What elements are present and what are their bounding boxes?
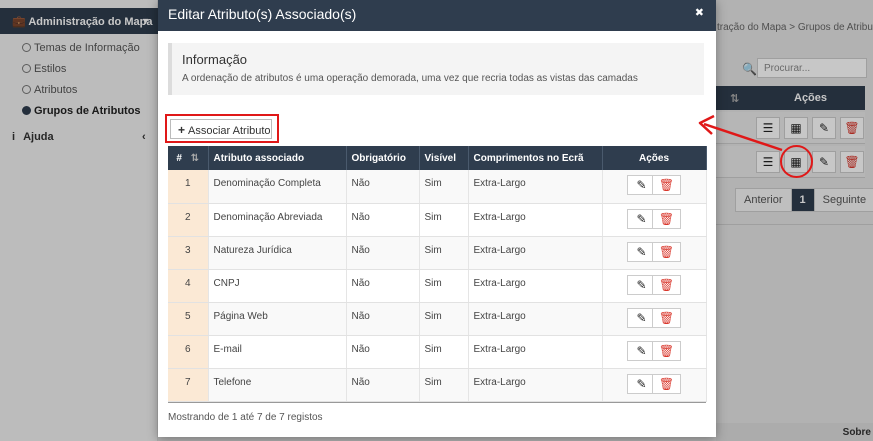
info-panel: Informação A ordenação de atributos é um… bbox=[168, 43, 704, 95]
row-actions: ✎ 🗑 bbox=[602, 170, 707, 204]
records-count: Mostrando de 1 até 7 de 7 registos bbox=[168, 412, 323, 423]
info-text: A ordenação de atributos é uma operação … bbox=[182, 73, 638, 84]
visible-value: Sim bbox=[419, 236, 469, 270]
table-header-row: # ⇅ Atributo associado Obrigatório Visív… bbox=[168, 146, 707, 170]
table-row: 5 Página Web Não Sim Extra-Largo ✎ 🗑 bbox=[168, 302, 707, 336]
attribute-name: Natureza Jurídica bbox=[208, 236, 347, 270]
required-value: Não bbox=[346, 302, 420, 336]
visible-value: Sim bbox=[419, 203, 469, 237]
trash-icon[interactable]: 🗑 bbox=[652, 175, 681, 195]
trash-icon[interactable]: 🗑 bbox=[652, 307, 681, 328]
attribute-name: Telefone bbox=[208, 368, 347, 402]
attribute-name: Denominação Completa bbox=[208, 170, 347, 204]
length-value: Extra-Largo bbox=[468, 368, 603, 402]
required-value: Não bbox=[346, 203, 420, 237]
column-header-visible: Visível bbox=[419, 146, 469, 170]
row-number: 7 bbox=[168, 368, 209, 402]
required-value: Não bbox=[346, 236, 420, 270]
visible-value: Sim bbox=[419, 368, 469, 402]
row-number: 5 bbox=[168, 302, 209, 336]
column-header-number[interactable]: # ⇅ bbox=[168, 146, 209, 170]
row-number: 4 bbox=[168, 269, 209, 303]
length-value: Extra-Largo bbox=[468, 269, 603, 303]
required-value: Não bbox=[346, 368, 420, 402]
table-row: 7 Telefone Não Sim Extra-Largo ✎ 🗑 bbox=[168, 368, 707, 402]
table-row: 3 Natureza Jurídica Não Sim Extra-Largo ✎ 🗑 bbox=[168, 236, 707, 270]
close-icon[interactable]: ✖ bbox=[695, 6, 704, 19]
length-value: Extra-Largo bbox=[468, 302, 603, 336]
visible-value: Sim bbox=[419, 302, 469, 336]
trash-icon[interactable]: 🗑 bbox=[652, 274, 681, 295]
length-value: Extra-Largo bbox=[468, 236, 603, 270]
trash-icon[interactable]: 🗑 bbox=[652, 373, 681, 394]
row-number: 3 bbox=[168, 236, 209, 270]
required-value: Não bbox=[346, 269, 420, 303]
attribute-name: Denominação Abreviada bbox=[208, 203, 347, 237]
modal-title: Editar Atributo(s) Associado(s) bbox=[168, 6, 357, 22]
row-actions: ✎ 🗑 bbox=[602, 368, 707, 402]
visible-value: Sim bbox=[419, 335, 469, 369]
table-row: 1 Denominação Completa Não Sim Extra-Largo ✎ 🗑 bbox=[168, 170, 707, 204]
table-bottom-border bbox=[168, 402, 706, 403]
row-number: 2 bbox=[168, 203, 209, 237]
visible-value: Sim bbox=[419, 170, 469, 204]
length-value: Extra-Largo bbox=[468, 335, 603, 369]
table-row: 2 Denominação Abreviada Não Sim Extra-Largo ✎… bbox=[168, 203, 707, 237]
attributes-table: # ⇅ Atributo associado Obrigatório Visív… bbox=[168, 146, 707, 402]
attribute-name: E-mail bbox=[208, 335, 347, 369]
trash-icon[interactable]: 🗑 bbox=[652, 340, 681, 361]
visible-value: Sim bbox=[419, 269, 469, 303]
attribute-name: Página Web bbox=[208, 302, 347, 336]
trash-icon[interactable]: 🗑 bbox=[652, 208, 681, 229]
row-actions: ✎ 🗑 bbox=[602, 269, 707, 303]
row-actions: ✎ 🗑 bbox=[602, 236, 707, 270]
row-actions: ✎ 🗑 bbox=[602, 335, 707, 369]
info-title: Informação bbox=[182, 52, 248, 67]
length-value: Extra-Largo bbox=[468, 203, 603, 237]
column-header-required: Obrigatório bbox=[346, 146, 420, 170]
column-header-attribute: Atributo associado bbox=[208, 146, 347, 170]
length-value: Extra-Largo bbox=[468, 170, 603, 204]
row-number: 1 bbox=[168, 170, 209, 204]
attribute-name: CNPJ bbox=[208, 269, 347, 303]
annotation-arrow bbox=[698, 114, 783, 152]
table-row: 6 E-mail Não Sim Extra-Largo ✎ 🗑 bbox=[168, 335, 707, 369]
row-number: 6 bbox=[168, 335, 209, 369]
trash-icon[interactable]: 🗑 bbox=[652, 241, 681, 262]
row-actions: ✎ 🗑 bbox=[602, 203, 707, 237]
table-row: 4 CNPJ Não Sim Extra-Largo ✎ 🗑 bbox=[168, 269, 707, 303]
annotation-highlight-box bbox=[165, 114, 279, 143]
row-actions: ✎ 🗑 bbox=[602, 302, 707, 336]
sort-icon[interactable]: ⇅ bbox=[191, 153, 199, 164]
edit-attributes-modal: Editar Atributo(s) Associado(s) ✖ Inform… bbox=[158, 0, 716, 437]
required-value: Não bbox=[346, 170, 420, 204]
required-value: Não bbox=[346, 335, 420, 369]
modal-header: Editar Atributo(s) Associado(s) ✖ bbox=[158, 0, 716, 31]
column-header-length: Comprimentos no Ecrã bbox=[468, 146, 603, 170]
